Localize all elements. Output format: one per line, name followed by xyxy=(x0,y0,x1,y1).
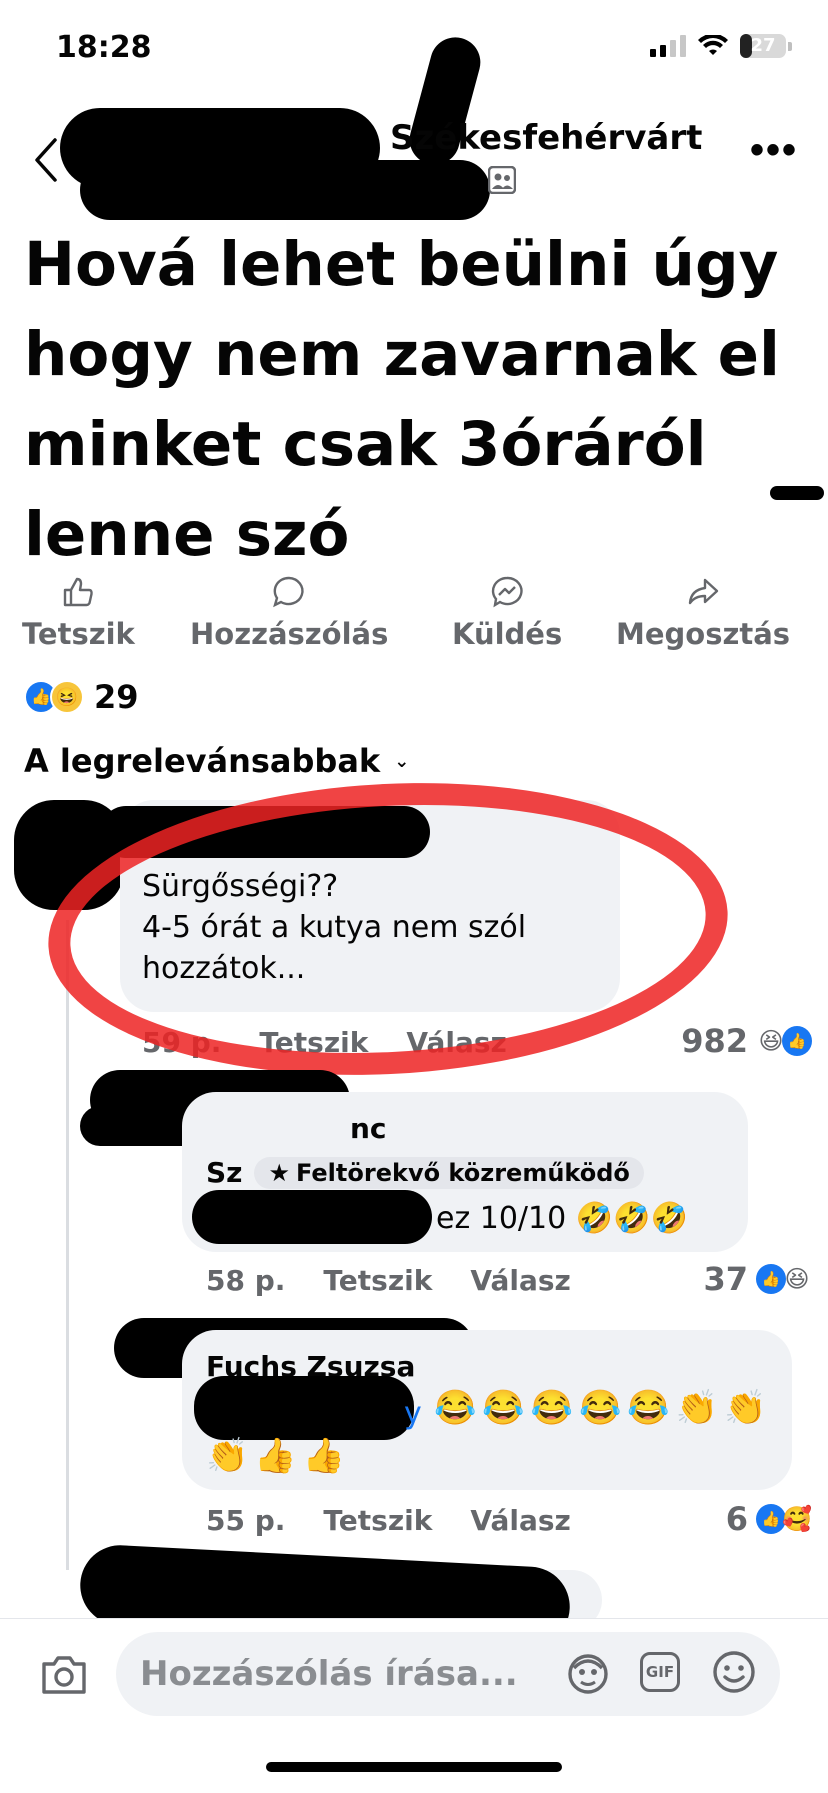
avatar-sticker-icon[interactable] xyxy=(566,1652,610,1696)
redacted-mention xyxy=(194,1376,414,1440)
share-action-label: Megosztás xyxy=(616,617,791,651)
share-action[interactable]: Megosztás xyxy=(616,575,790,651)
group-name-text: Székesfehérvárt xyxy=(390,118,703,158)
rofl-emojis: 🤣🤣🤣 xyxy=(575,1201,688,1236)
battery-icon: 27 xyxy=(740,34,786,58)
commenter-name-partial: nc xyxy=(350,1112,387,1145)
more-options-button[interactable]: ••• xyxy=(750,130,798,170)
battery-percentage: 27 xyxy=(750,35,776,56)
wifi-icon xyxy=(698,35,728,55)
comment-text-body: ez 10/10 xyxy=(436,1201,567,1236)
care-reaction-icon: 🥰 xyxy=(782,1505,812,1533)
group-name[interactable]: Székesfehérvárt xyxy=(72,118,702,158)
comment-sort-dropdown[interactable]: A legrelevánsabbak ⌄ xyxy=(24,742,409,780)
signal-icon xyxy=(650,35,686,57)
emoji-line: 😂😂😂😂😂👏👏 xyxy=(434,1389,773,1427)
badge-label: Feltörekvő közreműködő xyxy=(295,1158,630,1187)
thread-line xyxy=(66,920,69,1570)
home-indicator[interactable] xyxy=(266,1762,562,1772)
post-title: Hová lehet beülni úgy hogy nem zavarnak … xyxy=(24,229,780,570)
share-icon xyxy=(688,578,719,605)
sort-label: A legrelevánsabbak xyxy=(24,742,381,780)
star-icon: ★ xyxy=(268,1158,290,1187)
comment-reactions[interactable]: 982 😆 👍 xyxy=(681,1022,812,1060)
reaction-count: 29 xyxy=(94,678,139,716)
gif-icon[interactable]: GIF xyxy=(640,1652,680,1692)
comment-like-link[interactable]: Tetszik xyxy=(323,1504,432,1537)
comment-time: 55 p. xyxy=(206,1504,286,1537)
comment-action-label: Hozzászólás xyxy=(190,617,389,651)
haha-reaction-icon: 😆 xyxy=(50,680,84,714)
mention-partial[interactable]: y xyxy=(404,1396,422,1431)
comment-reaction-count: 982 xyxy=(681,1022,748,1060)
send-action-label: Küldés xyxy=(452,617,563,651)
comment-time: 58 p. xyxy=(206,1264,286,1297)
emoji-icon[interactable] xyxy=(712,1650,756,1694)
comment-action[interactable]: Hozzászólás xyxy=(190,575,388,651)
redacted-scribble xyxy=(770,486,824,500)
badge-row: Sz ★ Feltörekvő közreműködő xyxy=(206,1156,644,1189)
redacted-mention xyxy=(192,1190,432,1244)
post-actions: Tetszik Hozzászólás Küldés Megosztás xyxy=(0,575,828,655)
comment-input-placeholder: Hozzászólás írása... xyxy=(140,1654,518,1694)
chevron-left-icon xyxy=(35,138,57,182)
reaction-summary[interactable]: 👍 😆 29 xyxy=(24,678,139,716)
comment-meta: 55 p. Tetszik Válasz xyxy=(206,1504,571,1537)
comment-reactions[interactable]: 6 👍 🥰 xyxy=(726,1500,812,1538)
group-icon xyxy=(488,166,516,194)
comment-text: ez 10/10 🤣🤣🤣 xyxy=(436,1198,688,1239)
camera-icon[interactable] xyxy=(40,1652,88,1696)
messenger-icon xyxy=(491,576,523,608)
badge-prefix: Sz xyxy=(206,1156,243,1189)
like-action-label: Tetszik xyxy=(22,617,135,651)
contributor-badge[interactable]: ★ Feltörekvő közreműködő xyxy=(254,1156,644,1189)
comment-reply-link[interactable]: Válasz xyxy=(470,1504,571,1537)
comment-reaction-count: 37 xyxy=(703,1260,748,1298)
more-icon: ••• xyxy=(749,128,798,172)
battery-nub xyxy=(788,41,792,51)
comment-reply-link[interactable]: Válasz xyxy=(470,1264,571,1297)
status-time: 18:28 xyxy=(56,30,152,65)
haha-reaction-icon: 😆 xyxy=(784,1265,810,1293)
chevron-down-icon: ⌄ xyxy=(394,750,410,772)
like-action[interactable]: Tetszik xyxy=(22,575,135,651)
like-icon xyxy=(64,577,94,607)
comment-reaction-count: 6 xyxy=(725,1500,748,1538)
redacted-scribble xyxy=(80,160,490,220)
status-icons: 27 xyxy=(650,34,792,58)
comment-icon xyxy=(273,576,304,608)
emoji-line: 👏👍👍 xyxy=(206,1437,352,1475)
like-reaction-icon: 👍 xyxy=(782,1026,812,1056)
comment-like-link[interactable]: Tetszik xyxy=(323,1264,432,1297)
comment-reactions[interactable]: 37 👍 😆 xyxy=(703,1260,812,1298)
commenter-name[interactable]: nc xyxy=(350,1112,387,1145)
comment-meta: 58 p. Tetszik Válasz xyxy=(206,1264,571,1297)
send-action[interactable]: Küldés xyxy=(452,575,562,651)
